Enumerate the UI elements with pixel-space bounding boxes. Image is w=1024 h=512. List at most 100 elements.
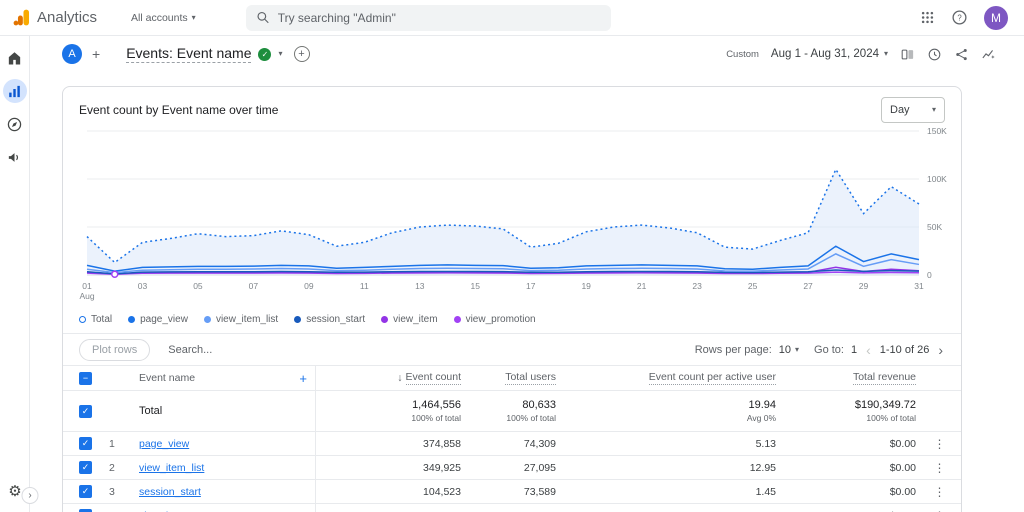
prev-page-icon[interactable]: ‹ [864,342,873,358]
sidebar-item-advertising[interactable] [3,145,27,169]
legend-label: view_item_list [215,314,279,325]
row-checkbox[interactable]: ✓ [79,461,92,474]
revenue-cell: $0.00 [889,437,916,450]
chart-legend: Total page_view view_item_list session_star… [63,312,961,333]
svg-text:Aug: Aug [79,291,94,301]
svg-text:01: 01 [82,281,92,291]
total-revenue: $190,349.72 100% of total [854,398,916,423]
legend-item-total[interactable]: Total [79,314,112,325]
plot-rows-button[interactable]: Plot rows [79,338,151,361]
total-checkbox-cell: ✓ [63,391,107,431]
row-menu-icon[interactable]: ⋮ [916,432,961,455]
legend-item-session_start[interactable]: session_start [294,314,365,325]
saved-check-icon: ✓ [258,47,272,61]
granularity-select[interactable]: Day ▾ [881,97,945,123]
legend-label: Total [91,314,113,325]
report-header: A + Events: Event name ✓ ▾ + Custom Aug … [30,36,1024,72]
apps-grid-icon[interactable] [920,10,935,25]
next-page-icon[interactable]: › [936,342,945,358]
legend-item-page_view[interactable]: page_view [128,314,188,325]
total-users: 80,633 100% of total [506,398,556,423]
svg-text:150K: 150K [927,126,947,136]
header-event-count[interactable]: ↓ Event count [316,366,461,390]
help-icon[interactable]: ? [951,9,968,26]
total-index-cell [107,391,131,431]
rows-per-page-select[interactable]: 10 ▾ [779,344,799,356]
property-avatar[interactable]: A [62,44,82,64]
revenue-cell: $0.00 [776,504,916,512]
table-search-input[interactable] [168,343,349,356]
row-checkbox[interactable]: ✓ [79,437,92,450]
pagination-controls: Rows per page: 10 ▾ Go to: 1 ‹ 1-10 of 2… [695,342,945,358]
table-search[interactable] [168,343,349,356]
chevron-down-icon: ▾ [931,105,936,114]
total-label: Total [131,391,316,431]
per-user-cell: 12.95 [749,461,776,474]
timeseries-chart[interactable]: 0 50K 100K 150K 01Aug 03 05 07 09 11 13 15 17 19 21 23 2… [79,125,947,307]
row-checkbox-cell: ✓ [63,432,107,455]
event-name-link[interactable]: page_view [139,438,189,450]
compare-icon[interactable] [900,47,915,62]
search-input[interactable] [277,10,601,25]
legend-dot-icon [294,316,302,323]
table-row[interactable]: ✓ 3 session_start 104,523 73,589 1.45 $0.00 ⋮ [63,480,961,504]
account-picker[interactable]: All accounts ▾ [131,12,196,24]
goto-page-input[interactable]: 1 [851,344,857,356]
analytics-logo[interactable]: Analytics [10,8,97,27]
table-row[interactable]: ✓ 1 page_view 374,858 74,309 5.13 $0.00 ⋮ [63,432,961,456]
row-index: 3 [109,485,115,498]
sidebar-item-reports[interactable] [2,79,27,103]
svg-text:31: 31 [914,281,924,291]
share-icon[interactable] [954,47,969,62]
row-menu-icon[interactable]: ⋮ [916,480,961,503]
event-count-cell: 349,925 [423,461,461,474]
chevron-down-icon: ▾ [191,12,196,22]
svg-text:27: 27 [803,281,813,291]
total-checkbox[interactable]: ✓ [79,404,92,418]
svg-text:13: 13 [415,281,425,291]
legend-item-view_item_list[interactable]: view_item_list [203,314,279,325]
sidebar-expand-icon[interactable]: › [21,487,39,504]
chevron-down-icon[interactable]: ▾ [278,50,282,58]
date-range-picker[interactable]: Aug 1 - Aug 31, 2024 ▾ [771,48,888,60]
add-comparison-icon[interactable]: + [92,46,100,62]
header-event-name[interactable]: Event name + [131,366,316,390]
legend-item-view_promotion[interactable]: view_promotion [453,314,536,325]
svg-text:19: 19 [581,281,591,291]
search-bar[interactable] [245,4,611,31]
chart-point-marker [110,270,119,278]
legend-dot-icon [128,316,136,323]
legend-label: view_promotion [465,314,536,325]
event-name-link[interactable]: session_start [139,486,201,498]
add-column-icon[interactable]: + [299,371,307,386]
analytics-logo-icon [13,9,30,26]
report-header-actions: Custom Aug 1 - Aug 31, 2024 ▾ [726,47,996,62]
total-users-cell: 74,309 [523,437,556,450]
svg-text:0: 0 [927,270,932,280]
add-report-icon[interactable]: + [293,46,310,62]
header-total-revenue[interactable]: Total revenue [776,366,916,390]
table-total-row: ✓ Total 1,464,556 100% of total 80,633 100… [63,391,961,432]
legend-label: page_view [140,314,188,325]
date-range-value: Aug 1 - Aug 31, 2024 [770,48,879,60]
table-row[interactable]: ✓ 2 view_item_list 349,925 27,095 12.95 $0.00 ⋮ [63,456,961,480]
sidebar-item-explore[interactable] [3,112,27,136]
insights-icon[interactable] [981,47,996,62]
clock-icon[interactable] [927,47,942,62]
sidebar-item-home[interactable] [3,46,27,70]
event-count-cell: 104,523 [423,485,461,498]
header-per-user[interactable]: Event count per active user [556,366,776,390]
row-menu-icon[interactable]: ⋮ [916,456,961,479]
event-name-cell: view_item_list [131,456,316,479]
explore-icon [7,117,22,131]
row-checkbox[interactable]: ✓ [79,485,92,498]
user-avatar[interactable]: M [984,5,1008,30]
row-menu-icon[interactable]: ⋮ [916,504,961,512]
event-name-link[interactable]: view_item_list [139,462,204,474]
table-row[interactable]: ✓4view_item96,86023,7544.08$0.00⋮ [63,504,961,512]
report-title[interactable]: Events: Event name [126,45,252,63]
chart-area: 0 50K 100K 150K 01 Aug 03 05 07 09 11 13 15 17 19 21 23 2… [63,123,961,312]
legend-item-view_item[interactable]: view_item [381,314,438,325]
header-total-users[interactable]: Total users [461,366,556,390]
select-all-checkbox[interactable]: − [79,371,92,385]
